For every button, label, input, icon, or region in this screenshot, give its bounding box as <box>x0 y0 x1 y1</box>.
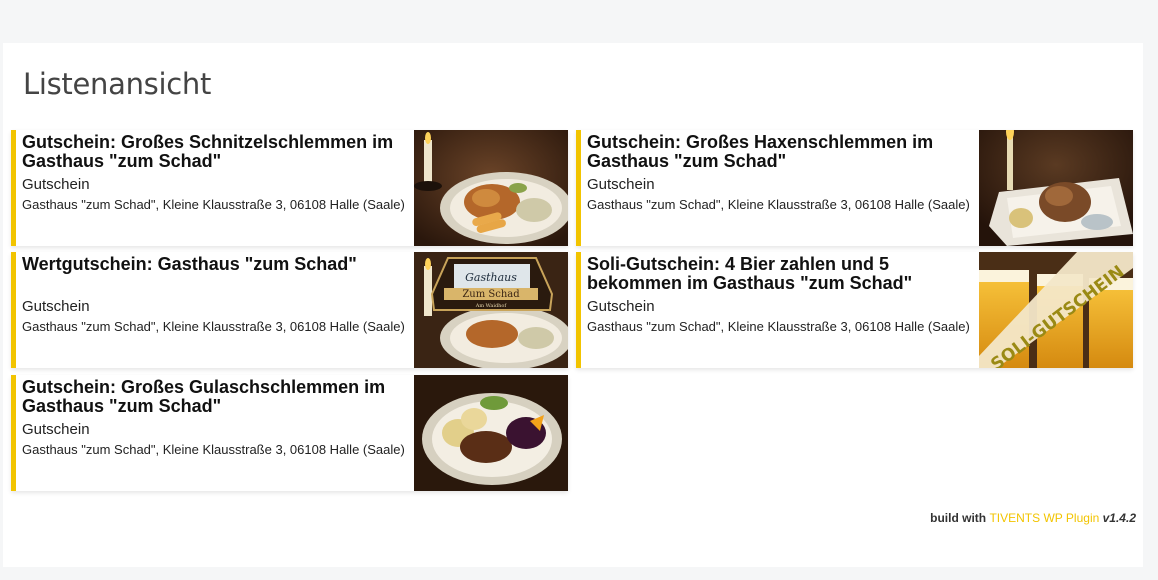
content-panel: Listenansicht Gutschein: Großes Schnitze… <box>3 43 1143 567</box>
card-type: Gutschein <box>587 298 655 315</box>
card-address: Gasthaus "zum Schad", Kleine Klausstraße… <box>587 197 970 212</box>
beer-mugs-image[interactable]: SOLI-GUTSCHEIN <box>979 252 1133 368</box>
voucher-card[interactable]: Gutschein: Großes Gulaschschlemmen im Ga… <box>11 375 568 491</box>
card-title[interactable]: Wertgutschein: Gasthaus "zum Schad" <box>22 255 412 293</box>
card-title[interactable]: Gutschein: Großes Haxenschlemmen im Gast… <box>587 133 977 171</box>
plugin-version: v1.4.2 <box>1102 511 1136 525</box>
sign-line3: Am Waidhof <box>475 303 508 309</box>
card-title[interactable]: Gutschein: Großes Gulaschschlemmen im Ga… <box>22 378 412 416</box>
card-type: Gutschein <box>22 421 90 438</box>
voucher-card[interactable]: Soli-Gutschein: 4 Bier zahlen und 5 beko… <box>576 252 1133 368</box>
card-text: Gutschein: Großes Haxenschlemmen im Gast… <box>587 133 977 212</box>
plugin-link[interactable]: TIVENTS WP Plugin <box>989 511 1099 525</box>
voucher-card[interactable]: Gutschein: Großes Schnitzelschlemmen im … <box>11 130 568 246</box>
schnitzel-plate-image[interactable] <box>414 130 568 246</box>
card-text: Gutschein: Großes Gulaschschlemmen im Ga… <box>22 378 412 457</box>
card-address: Gasthaus "zum Schad", Kleine Klausstraße… <box>22 197 405 212</box>
card-type: Gutschein <box>22 176 90 193</box>
page-title: Listenansicht <box>23 67 212 101</box>
card-text: Soli-Gutschein: 4 Bier zahlen und 5 beko… <box>587 255 977 334</box>
gasthaus-sign-image[interactable]: Gasthaus Zum Schad Am Waidhof <box>414 252 568 368</box>
haxe-plate-image[interactable] <box>979 130 1133 246</box>
gulasch-plate-image[interactable] <box>414 375 568 491</box>
footer-credit: build with TIVENTS WP Plugin v1.4.2 <box>930 511 1136 525</box>
card-text: Gutschein: Großes Schnitzelschlemmen im … <box>22 133 412 212</box>
card-title[interactable]: Soli-Gutschein: 4 Bier zahlen und 5 beko… <box>587 255 977 293</box>
card-address: Gasthaus "zum Schad", Kleine Klausstraße… <box>22 319 405 334</box>
voucher-card[interactable]: Gutschein: Großes Haxenschlemmen im Gast… <box>576 130 1133 246</box>
card-type: Gutschein <box>587 176 655 193</box>
voucher-card[interactable]: Wertgutschein: Gasthaus "zum Schad" Guts… <box>11 252 568 368</box>
card-type: Gutschein <box>22 298 90 315</box>
card-title[interactable]: Gutschein: Großes Schnitzelschlemmen im … <box>22 133 412 171</box>
sign-line1: Gasthaus <box>465 271 517 284</box>
sign-line2: Zum Schad <box>462 289 520 300</box>
card-text: Wertgutschein: Gasthaus "zum Schad" Guts… <box>22 255 412 334</box>
card-address: Gasthaus "zum Schad", Kleine Klausstraße… <box>587 319 970 334</box>
footer-prefix: build with <box>930 511 987 525</box>
card-address: Gasthaus "zum Schad", Kleine Klausstraße… <box>22 442 405 457</box>
